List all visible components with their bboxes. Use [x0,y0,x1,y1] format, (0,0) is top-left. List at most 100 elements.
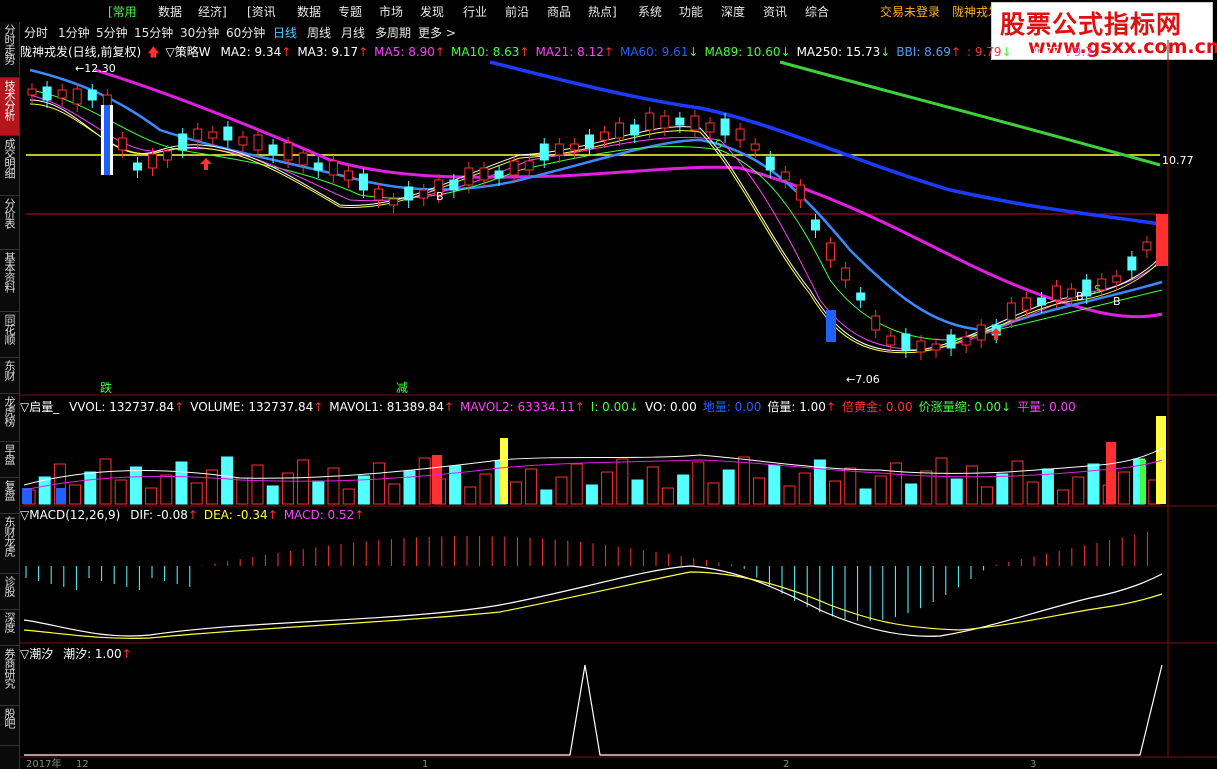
volume-bar [500,438,508,504]
candle-body [569,143,579,151]
candle-body [132,162,142,171]
volume-bar [418,457,431,505]
volume-bar [707,482,720,505]
volume-bar [1026,481,1039,505]
signal-s-mark: S [1094,283,1101,296]
candle-body [750,143,760,151]
volume-bar [373,462,386,505]
price-high-label: ←12.30 [75,62,116,75]
candle-body [148,153,158,169]
candle-body [27,88,37,96]
candle-body [404,186,414,201]
candle-body [841,267,851,281]
volume-bar [432,455,442,504]
candle-body [675,117,685,126]
volume-bar [84,471,97,505]
signal-s-mark: S [715,138,722,151]
candle-body [464,167,474,186]
candle-body [554,143,564,156]
ma21-line [94,68,1163,319]
volume-bar [1011,460,1024,505]
candle-body [1036,297,1046,306]
volume-bar [160,474,173,505]
volume-bar [509,481,522,505]
candle-body [1127,256,1137,271]
time-axis-month-12: 12 [76,759,89,769]
candle-body [1112,275,1122,283]
volume-bar [297,459,310,505]
reduce-mark: 减 [396,381,408,395]
volume-bar [145,487,158,505]
candle-body [780,171,790,181]
candle-body [104,105,110,175]
time-axis-month-1: 1 [422,759,428,769]
volume-bar [555,476,568,505]
candle-body [1082,279,1092,297]
candle-body [1006,302,1016,321]
candle-body [298,152,308,166]
volume-bar [236,477,249,505]
candle-body [931,343,941,351]
candle-body [1021,297,1031,311]
volume-bar [859,488,872,505]
volume-bar [129,466,142,505]
signal-b-mark: B [1113,295,1121,308]
candle-body [705,122,715,133]
volume-bar [616,458,629,505]
volume-bar [69,484,82,505]
volume-bar [403,470,416,505]
candle-body [961,336,971,346]
volume-bar [692,461,705,505]
ref-line-price-label: 10.77 [1162,154,1194,167]
candle-body [509,160,519,176]
tide-line [24,664,1163,756]
candle-body [645,112,655,131]
volume-bar [221,456,234,505]
macd-dif-line [23,565,1163,637]
volume-bar [677,474,690,505]
time-axis-year: 2017年 [26,757,61,769]
volume-bar [190,482,203,505]
volume-bar [56,488,66,504]
candle-body [449,179,459,191]
volume-bar [950,478,963,505]
candle-body [72,88,82,105]
candle-body [238,136,248,146]
time-axis-month-3: 3 [1030,759,1036,769]
volume-bar [905,483,918,505]
ma10-line [29,89,1163,341]
volume-bar [798,472,811,505]
candle-body [539,143,549,161]
candle-body [223,126,233,141]
candle-body [916,340,926,353]
candle-body [343,170,353,181]
fall-mark: 跌 [100,380,112,395]
candle-body [328,160,338,176]
volume-bar [783,485,796,505]
volume-bar [266,485,279,505]
volume-bar [661,487,674,505]
volume-bar [965,465,978,505]
volume-bar [889,462,902,505]
volume-bar [1057,489,1070,505]
volume-bar [768,464,781,505]
candle-body [524,160,534,171]
candle-body [374,188,384,201]
volume-bar [1140,460,1146,504]
candle-body [720,118,730,136]
candle-body [886,335,896,346]
volume-bar [327,467,340,505]
mavol1-line [23,447,1163,486]
candle-body [690,115,700,131]
macd-histogram [25,531,1148,621]
stock-chart[interactable]: 10.77 ←12.30 ←7.06 S S B B B 跌 减 2017年 1… [0,0,1217,769]
volume-bar [449,465,462,505]
volume-bar [464,486,477,505]
candle-body [584,134,594,149]
candle-body [117,137,127,151]
volume-bar [996,473,1009,505]
candle-body [795,184,805,201]
signal-b-mark: B [1076,290,1084,303]
volume-bar [251,464,264,505]
candlestick-series [27,81,1168,360]
